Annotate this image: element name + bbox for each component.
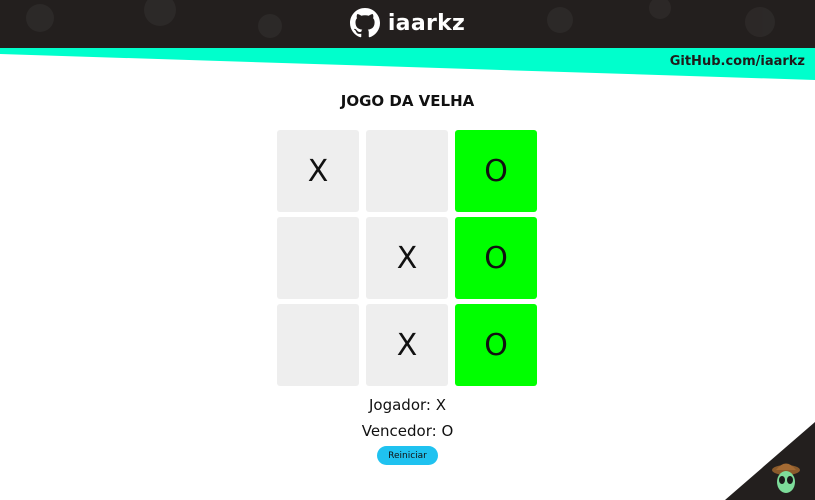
restart-button[interactable]: Reiniciar	[377, 446, 438, 465]
board-cell[interactable]	[277, 217, 359, 299]
brand-name: iaarkz	[387, 10, 466, 36]
board-cell[interactable]	[366, 130, 448, 212]
board-cell[interactable]: O	[455, 217, 537, 299]
winner-text: Vencedor: O	[361, 422, 454, 440]
header: iaarkz GitHub.com/iaarkz	[0, 0, 815, 82]
page: iaarkz GitHub.com/iaarkz JOGO DA VELHA X…	[0, 0, 815, 500]
current-player-text: Jogador: X	[368, 396, 446, 414]
github-profile-link[interactable]: GitHub.com/iaarkz	[670, 54, 805, 69]
board-cell[interactable]	[277, 304, 359, 386]
github-icon	[349, 8, 380, 38]
game-board: X O X O X O	[277, 130, 537, 386]
brand: iaarkz	[0, 8, 815, 38]
board-cell[interactable]: O	[455, 304, 537, 386]
game-title: JOGO DA VELHA	[340, 92, 475, 110]
board-cell[interactable]: X	[277, 130, 359, 212]
board-cell[interactable]: X	[366, 304, 448, 386]
board-cell[interactable]: X	[366, 217, 448, 299]
corner-badge	[725, 422, 815, 500]
board-cell[interactable]: O	[455, 130, 537, 212]
